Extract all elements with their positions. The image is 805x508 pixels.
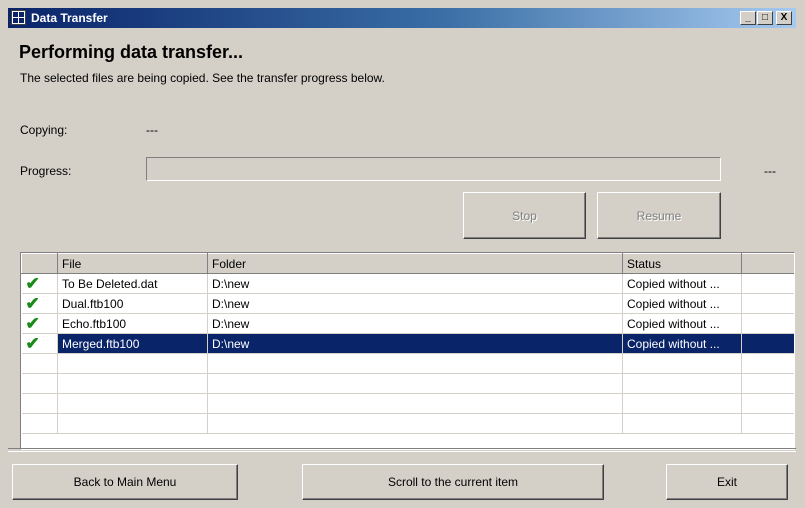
check-icon: ✔	[25, 293, 40, 313]
row-folder: D:\new	[207, 293, 623, 314]
row-file: To Be Deleted.dat	[57, 273, 208, 294]
back-to-main-menu-button[interactable]: Back to Main Menu	[12, 464, 238, 500]
file-table: File Folder Status ✔ To Be Deleted.dat D…	[21, 253, 794, 434]
row-file: Echo.ftb100	[57, 313, 208, 334]
scroll-to-current-button[interactable]: Scroll to the current item	[302, 464, 604, 500]
table-row[interactable]: ✔ To Be Deleted.dat D:\new Copied withou…	[21, 273, 794, 294]
check-icon: ✔	[25, 313, 40, 333]
minimize-button[interactable]: _	[740, 11, 756, 25]
row-folder: D:\new	[207, 273, 623, 294]
row-status: Copied without ...	[622, 313, 742, 334]
file-list[interactable]: File Folder Status ✔ To Be Deleted.dat D…	[20, 252, 795, 450]
resume-button[interactable]: Resume	[597, 192, 721, 239]
window-title: Data Transfer	[31, 11, 108, 25]
row-folder: D:\new	[207, 313, 623, 334]
row-status: Copied without ...	[622, 293, 742, 314]
stop-button[interactable]: Stop	[463, 192, 586, 239]
progress-value: ---	[764, 164, 776, 178]
maximize-button[interactable]: □	[757, 11, 773, 25]
column-header-icon[interactable]	[21, 253, 58, 274]
empty-row	[21, 393, 794, 414]
empty-row	[21, 413, 794, 434]
progress-label: Progress:	[20, 164, 72, 178]
app-icon	[11, 10, 26, 25]
column-header-status[interactable]: Status	[622, 253, 742, 274]
progress-bar	[146, 157, 721, 181]
row-folder: D:\new	[207, 333, 623, 354]
column-header-folder[interactable]: Folder	[207, 253, 623, 274]
row-file: Dual.ftb100	[57, 293, 208, 314]
footer-separator	[8, 448, 796, 452]
column-header-file[interactable]: File	[57, 253, 208, 274]
empty-row	[21, 373, 794, 394]
exit-button[interactable]: Exit	[666, 464, 788, 500]
table-header-row: File Folder Status	[21, 253, 794, 274]
row-status: Copied without ...	[622, 333, 742, 354]
table-row[interactable]: ✔ Dual.ftb100 D:\new Copied without ...	[21, 293, 794, 314]
window-content: Performing data transfer... The selected…	[8, 28, 796, 500]
copying-label: Copying:	[20, 123, 68, 137]
column-header-filler	[741, 253, 794, 274]
table-row[interactable]: ✔ Echo.ftb100 D:\new Copied without ...	[21, 313, 794, 334]
title-bar[interactable]: Data Transfer _ □ X	[8, 8, 796, 28]
close-button[interactable]: X	[776, 11, 792, 25]
check-icon: ✔	[25, 333, 40, 353]
page-subtitle: The selected files are being copied. See…	[20, 71, 385, 85]
row-status: Copied without ...	[622, 273, 742, 294]
empty-row	[21, 353, 794, 374]
check-icon: ✔	[25, 273, 40, 293]
row-file: Merged.ftb100	[57, 333, 208, 354]
copying-value: ---	[146, 123, 158, 137]
page-title: Performing data transfer...	[19, 42, 244, 62]
table-row-selected[interactable]: ✔ Merged.ftb100 D:\new Copied without ..…	[21, 333, 794, 354]
